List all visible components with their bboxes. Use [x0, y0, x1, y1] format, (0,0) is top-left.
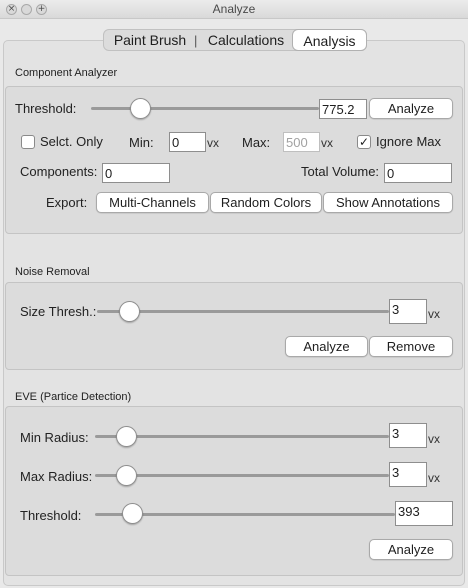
- max-radius-field[interactable]: 3: [389, 462, 427, 487]
- max-radius-slider-track[interactable]: [95, 474, 389, 477]
- max-radius-label: Max Radius:: [20, 469, 93, 484]
- components-label: Components:: [20, 164, 98, 179]
- select-only-checkbox[interactable]: [21, 135, 35, 149]
- eve-analyze-button[interactable]: Analyze: [369, 539, 453, 560]
- min-radius-unit: vx: [428, 432, 440, 446]
- threshold-slider-track[interactable]: [91, 107, 319, 110]
- min-field[interactable]: 0: [169, 132, 206, 152]
- component-analyzer-heading: Component Analyzer: [15, 67, 118, 79]
- total-volume-field: 0: [384, 163, 452, 183]
- max-radius-unit: vx: [428, 471, 440, 485]
- noise-analyze-button[interactable]: Analyze: [285, 336, 368, 357]
- min-radius-label: Min Radius:: [20, 430, 89, 445]
- threshold-field[interactable]: 775.2: [319, 99, 367, 119]
- tab-calculations[interactable]: Calculations: [202, 29, 290, 51]
- title-bar: × + Analyze: [0, 0, 468, 19]
- noise-remove-button[interactable]: Remove: [369, 336, 453, 357]
- min-radius-field[interactable]: 3: [389, 423, 427, 448]
- tab-separator: |: [194, 33, 198, 48]
- tab-analysis[interactable]: Analysis: [292, 29, 367, 51]
- checkmark-icon: ✓: [358, 135, 370, 149]
- ignore-max-label: Ignore Max: [376, 134, 442, 149]
- max-radius-slider-knob[interactable]: [116, 465, 137, 486]
- max-label: Max:: [242, 135, 271, 150]
- export-show-annotations-button[interactable]: Show Annotations: [323, 192, 453, 213]
- size-thresh-unit: vx: [428, 307, 440, 321]
- threshold-analyze-button[interactable]: Analyze: [369, 98, 453, 119]
- size-thresh-slider-track[interactable]: [97, 310, 389, 313]
- noise-removal-heading: Noise Removal: [15, 266, 90, 278]
- export-random-colors-button[interactable]: Random Colors: [210, 192, 322, 213]
- max-field[interactable]: 500: [283, 132, 320, 152]
- eve-threshold-field[interactable]: 393: [395, 501, 453, 526]
- max-unit: vx: [321, 136, 333, 150]
- components-field: 0: [102, 163, 170, 183]
- min-radius-slider-knob[interactable]: [116, 426, 137, 447]
- size-thresh-field[interactable]: 3: [389, 299, 427, 324]
- tab-paint-brush[interactable]: Paint Brush: [108, 29, 192, 51]
- total-volume-label: Total Volume:: [301, 164, 380, 179]
- ignore-max-checkbox[interactable]: ✓: [357, 135, 371, 149]
- size-thresh-label: Size Thresh.:: [20, 304, 97, 319]
- window-title: Analyze: [212, 2, 256, 16]
- threshold-label: Threshold:: [15, 101, 77, 116]
- size-thresh-slider-knob[interactable]: [119, 301, 140, 322]
- eve-heading: EVE (Partice Detection): [15, 391, 132, 403]
- eve-threshold-slider-knob[interactable]: [122, 503, 143, 524]
- export-label: Export:: [46, 195, 88, 210]
- min-radius-slider-track[interactable]: [95, 435, 389, 438]
- min-unit: vx: [207, 136, 219, 150]
- select-only-label: Selct. Only: [40, 134, 103, 149]
- eve-threshold-label: Threshold:: [20, 508, 82, 523]
- threshold-slider-knob[interactable]: [130, 98, 151, 119]
- export-multi-channels-button[interactable]: Multi-Channels: [96, 192, 209, 213]
- min-label: Min:: [129, 135, 154, 150]
